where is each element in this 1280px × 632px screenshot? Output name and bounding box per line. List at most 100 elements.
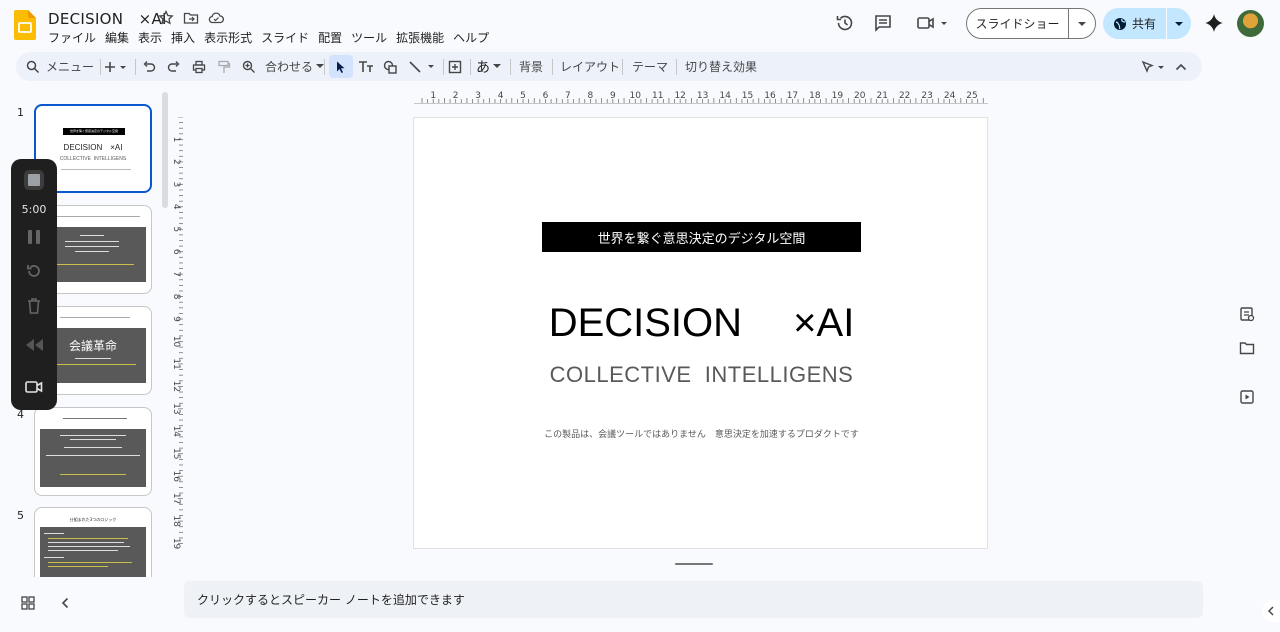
divider <box>470 59 471 75</box>
gemini-icon[interactable] <box>1200 9 1228 37</box>
ruler-label: 23 <box>921 91 932 101</box>
redo-icon[interactable] <box>167 52 181 81</box>
menu-bar: ファイル 編集 表示 挿入 表示形式 スライド 配置 ツール 拡張機能 ヘルプ <box>48 29 498 46</box>
slide-banner[interactable]: 世界を繋ぐ意思決定のデジタル空間 <box>542 222 861 252</box>
pen-icon[interactable] <box>1141 52 1167 81</box>
vertical-ruler[interactable]: 12345678910111213141516171819 <box>168 117 184 549</box>
move-folder-icon[interactable] <box>183 10 199 26</box>
speaker-notes[interactable]: クリックするとスピーカー ノートを追加できます <box>184 581 1203 618</box>
thumb-title: DECISION ×AI <box>63 143 123 152</box>
cursor-icon[interactable] <box>334 52 348 81</box>
rewind-icon[interactable] <box>24 338 44 352</box>
keep-icon[interactable] <box>1236 303 1258 325</box>
ruler-label: 9 <box>610 91 616 101</box>
menu-help[interactable]: ヘルプ <box>453 29 489 46</box>
slide-subtitle[interactable]: COLLECTIVE INTELLIGENS <box>414 362 989 388</box>
share-main[interactable]: 共有 <box>1103 8 1167 39</box>
slide-thumbnail-4[interactable] <box>34 407 152 496</box>
shape-icon[interactable] <box>383 52 399 81</box>
ruler-label: 6 <box>171 249 181 255</box>
menu-slide[interactable]: スライド <box>261 29 309 46</box>
menu-edit[interactable]: 編集 <box>105 29 129 46</box>
ruler-label: 10 <box>630 91 642 101</box>
menu-arrange[interactable]: 配置 <box>318 29 342 46</box>
timer-display: 5:00 <box>21 203 47 216</box>
divider <box>100 59 101 75</box>
cloud-icon[interactable] <box>208 10 224 26</box>
chevron-left-icon[interactable] <box>1262 600 1280 622</box>
share-dropdown[interactable] <box>1167 8 1191 39</box>
thumb-banner: 世界を繋ぐ意思決定のデジタル空間 <box>63 128 125 135</box>
collapse-panel-icon[interactable] <box>60 597 70 609</box>
layout-button[interactable]: レイアウト <box>560 52 620 81</box>
background-button[interactable]: 背景 <box>519 52 543 81</box>
ruler-label: 12 <box>674 91 685 101</box>
new-slide-button[interactable] <box>104 52 128 81</box>
menu-search[interactable]: メニュー <box>26 52 94 81</box>
star-icon[interactable] <box>158 10 174 26</box>
grid-view-icon[interactable] <box>21 596 35 610</box>
slide-thumbnail-5[interactable]: 仕組まれた3つのロジック <box>34 507 152 577</box>
meet-icon[interactable] <box>913 9 951 37</box>
paint-format-icon[interactable] <box>217 52 231 81</box>
divider <box>622 59 623 75</box>
slides-panel-icon[interactable] <box>1236 386 1258 408</box>
textbox-icon[interactable] <box>358 52 374 81</box>
menu-extensions[interactable]: 拡張機能 <box>396 29 444 46</box>
slideshow-dropdown[interactable] <box>1069 9 1095 38</box>
ruler-label: 25 <box>966 91 977 101</box>
ruler-label: 19 <box>832 91 844 101</box>
share-label: 共有 <box>1131 17 1156 31</box>
camera-icon[interactable] <box>25 380 43 394</box>
theme-button[interactable]: テーマ <box>632 52 668 81</box>
ruler-label: 10 <box>171 336 181 348</box>
ruler-label: 2 <box>453 91 459 101</box>
menu-tools[interactable]: ツール <box>351 29 387 46</box>
slide-caption[interactable]: この製品は、会議ツールではありません 意思決定を加速するプロダクトです <box>414 427 989 440</box>
divider <box>676 59 677 75</box>
comment-icon[interactable] <box>869 9 897 37</box>
document-title[interactable]: DECISION ×AI <box>48 8 167 29</box>
ruler-label: 2 <box>171 159 181 165</box>
menu-format[interactable]: 表示形式 <box>204 29 252 46</box>
ruler-label: 17 <box>171 493 181 504</box>
ruler-label: 18 <box>171 515 181 527</box>
slides-logo-icon[interactable] <box>14 10 36 40</box>
transition-button[interactable]: 切り替え効果 <box>685 52 757 81</box>
avatar[interactable] <box>1237 10 1264 37</box>
ruler-label: 4 <box>498 91 504 101</box>
slide-number: 5 <box>17 509 24 522</box>
menu-file[interactable]: ファイル <box>48 29 96 46</box>
stop-icon[interactable] <box>24 170 44 190</box>
undo-icon[interactable] <box>142 52 156 81</box>
ruler-label: 5 <box>520 91 526 101</box>
ruler-label: 13 <box>171 403 181 414</box>
ruler-label: 18 <box>809 91 821 101</box>
slide-canvas[interactable]: 世界を繋ぐ意思決定のデジタル空間 DECISION ×AI COLLECTIVE… <box>413 117 988 549</box>
search-icon <box>26 60 40 73</box>
zoom-select[interactable]: 合わせる <box>265 52 325 81</box>
folder-icon[interactable] <box>1236 337 1258 359</box>
history-icon[interactable] <box>831 9 859 37</box>
horizontal-ruler[interactable]: 1 2 3 4 5 6 7 8 9 10 11 12 13 14 15 16 17 18 19 20 21 22 23 24 2… <box>414 88 988 104</box>
share-button[interactable]: 共有 <box>1103 8 1191 39</box>
print-icon[interactable] <box>192 52 206 81</box>
comment-add-icon[interactable] <box>448 52 462 81</box>
collapse-icon[interactable] <box>1175 52 1187 81</box>
slide-title[interactable]: DECISION ×AI <box>414 290 989 348</box>
reset-icon[interactable] <box>25 262 43 280</box>
slideshow-label[interactable]: スライドショー <box>967 9 1069 38</box>
line-icon[interactable] <box>408 52 436 81</box>
input-tools-icon[interactable]: あ <box>476 52 501 81</box>
zoom-icon[interactable] <box>242 52 256 81</box>
divider <box>552 59 553 75</box>
menu-view[interactable]: 表示 <box>138 29 162 46</box>
slideshow-button[interactable]: スライドショー <box>966 8 1096 39</box>
notes-resize-handle[interactable] <box>675 563 713 565</box>
delete-icon[interactable] <box>26 297 42 315</box>
pause-icon[interactable] <box>27 229 41 245</box>
ruler-label: 15 <box>742 91 753 101</box>
ruler-label: 21 <box>876 91 887 101</box>
menu-insert[interactable]: 挿入 <box>171 29 195 46</box>
thumb-caption <box>61 169 131 170</box>
